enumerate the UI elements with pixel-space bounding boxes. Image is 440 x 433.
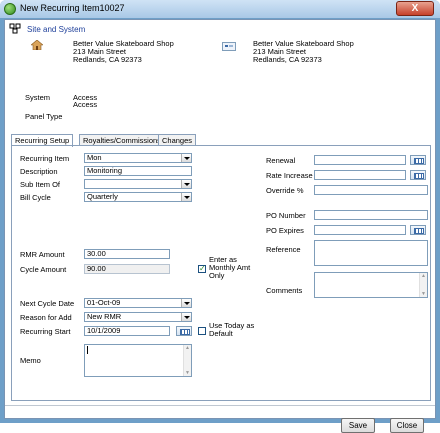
chevron-down-icon[interactable] bbox=[181, 313, 191, 321]
chevron-down-icon[interactable] bbox=[181, 154, 191, 162]
bill-cycle-value: Quarterly bbox=[87, 192, 118, 201]
cycle-amount-field: 90.00 bbox=[84, 264, 170, 274]
comments-scrollbar[interactable] bbox=[419, 273, 427, 297]
memo-scrollbar[interactable] bbox=[183, 345, 191, 376]
app-icon bbox=[4, 3, 16, 15]
enter-monthly-label-line3: Only bbox=[209, 271, 225, 280]
site-address-left: Better Value Skateboard Shop 213 Main St… bbox=[73, 40, 174, 64]
reference-label: Reference bbox=[266, 245, 301, 254]
dialog-client-area: Site and System Better Value Skateboard … bbox=[4, 19, 436, 433]
site-address-right: Better Value Skateboard Shop 213 Main St… bbox=[253, 40, 354, 64]
override-pct-input[interactable] bbox=[314, 185, 428, 195]
chevron-down-icon[interactable] bbox=[181, 180, 191, 188]
reason-for-add-label: Reason for Add bbox=[20, 313, 72, 322]
enter-monthly-checkbox[interactable] bbox=[198, 264, 206, 273]
description-input[interactable]: Monitoring bbox=[84, 166, 192, 176]
cycle-amount-value: 90.00 bbox=[87, 264, 106, 273]
site-city-left: Redlands, CA 92373 bbox=[73, 55, 142, 64]
comments-textarea[interactable] bbox=[314, 272, 428, 298]
window-frame: New Recurring Item10027 X Site and Syste… bbox=[0, 0, 440, 433]
system-value-2: Access bbox=[73, 100, 98, 109]
window-close-button[interactable]: X bbox=[396, 1, 434, 16]
title-bar[interactable]: New Recurring Item10027 X bbox=[0, 0, 440, 18]
rate-increase-input[interactable] bbox=[314, 170, 406, 180]
calendar-icon[interactable] bbox=[410, 155, 426, 165]
po-expires-label: PO Expires bbox=[266, 226, 304, 235]
renewal-input[interactable] bbox=[314, 155, 406, 165]
description-label: Description bbox=[20, 167, 58, 176]
calendar-icon[interactable] bbox=[176, 326, 192, 336]
site-system-icon bbox=[9, 23, 21, 36]
next-cycle-date-label: Next Cycle Date bbox=[20, 299, 75, 308]
site-city-right: Redlands, CA 92373 bbox=[253, 55, 322, 64]
chevron-down-icon[interactable] bbox=[181, 193, 191, 201]
panel-type-label: Panel Type bbox=[25, 112, 63, 121]
memo-label: Memo bbox=[20, 356, 41, 365]
next-cycle-date-value: 01-Oct-09 bbox=[87, 298, 121, 307]
reference-textarea[interactable] bbox=[314, 240, 428, 266]
rate-increase-label: Rate Increase bbox=[266, 171, 313, 180]
reason-for-add-combo[interactable]: New RMR bbox=[84, 312, 192, 322]
recurring-setup-panel: Recurring Item Mon Description Monitorin… bbox=[11, 146, 431, 401]
calendar-icon[interactable] bbox=[410, 170, 426, 180]
footer-divider bbox=[5, 405, 435, 406]
po-number-input[interactable] bbox=[314, 210, 428, 220]
close-button[interactable]: Close bbox=[390, 418, 424, 433]
text-cursor bbox=[87, 346, 88, 354]
po-number-label: PO Number bbox=[266, 211, 306, 220]
override-pct-label: Override % bbox=[266, 186, 304, 195]
description-value: Monitoring bbox=[87, 166, 123, 175]
rmr-amount-label: RMR Amount bbox=[20, 250, 65, 259]
cycle-amount-label: Cycle Amount bbox=[20, 265, 67, 274]
comments-label: Comments bbox=[266, 286, 303, 295]
chevron-down-icon[interactable] bbox=[181, 299, 191, 307]
rmr-amount-value: 30.00 bbox=[87, 249, 106, 258]
use-today-label: Use Today as Default bbox=[209, 322, 254, 338]
save-button[interactable]: Save bbox=[341, 418, 375, 433]
use-today-checkbox[interactable] bbox=[198, 327, 206, 335]
sub-item-of-combo[interactable] bbox=[84, 179, 192, 189]
recurring-item-label: Recurring Item bbox=[20, 154, 70, 163]
calendar-icon[interactable] bbox=[410, 225, 426, 235]
next-cycle-date-combo[interactable]: 01-Oct-09 bbox=[84, 298, 192, 308]
recurring-start-value: 10/1/2009 bbox=[87, 326, 121, 335]
rmr-amount-input[interactable]: 30.00 bbox=[84, 249, 170, 259]
map-icon[interactable] bbox=[222, 42, 236, 53]
recurring-start-label: Recurring Start bbox=[20, 327, 71, 336]
recurring-start-input[interactable]: 10/1/2009 bbox=[84, 326, 170, 336]
reason-for-add-value: New RMR bbox=[87, 312, 122, 321]
recurring-item-value: Mon bbox=[87, 153, 102, 162]
sub-item-of-label: Sub Item Of bbox=[20, 180, 61, 189]
system-label: System bbox=[25, 93, 51, 102]
window-title: New Recurring Item10027 bbox=[20, 3, 125, 13]
po-expires-input[interactable] bbox=[314, 225, 406, 235]
use-today-label-line2: Default bbox=[209, 329, 233, 338]
recurring-item-combo[interactable]: Mon bbox=[84, 153, 192, 163]
site-system-heading[interactable]: Site and System bbox=[27, 25, 85, 34]
enter-monthly-label: Enter as Monthly Amt Only bbox=[209, 256, 250, 280]
bill-cycle-combo[interactable]: Quarterly bbox=[84, 192, 192, 202]
renewal-label: Renewal bbox=[266, 156, 296, 165]
bill-cycle-label: Bill Cycle bbox=[20, 193, 51, 202]
memo-textarea[interactable] bbox=[84, 344, 192, 377]
house-icon[interactable] bbox=[30, 39, 44, 52]
